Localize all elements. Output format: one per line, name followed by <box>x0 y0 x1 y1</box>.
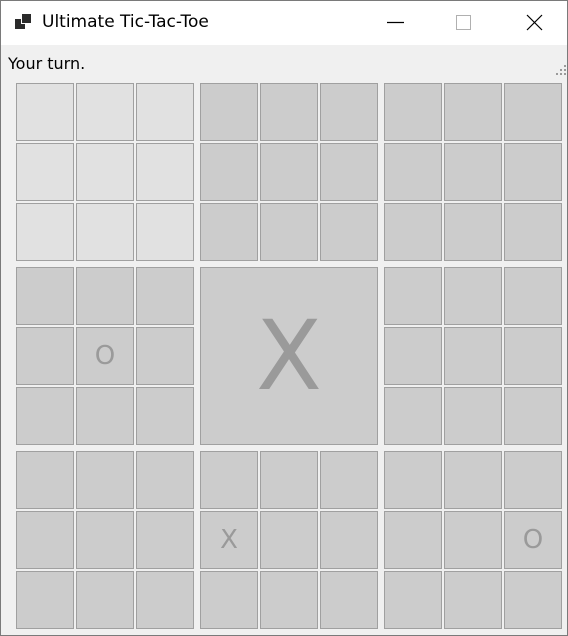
board-0-cell-0[interactable] <box>16 83 74 141</box>
board-8-cell-2[interactable] <box>504 451 562 509</box>
board-0-cell-4[interactable] <box>76 143 134 201</box>
board-3-cell-0[interactable] <box>16 267 74 325</box>
board-6-cell-6[interactable] <box>16 571 74 629</box>
board-2-cell-7[interactable] <box>444 203 502 261</box>
board-6-cell-3[interactable] <box>16 511 74 569</box>
board-2-cell-6[interactable] <box>384 203 442 261</box>
board-1-cell-3[interactable] <box>200 143 258 201</box>
board-7-cell-5[interactable] <box>320 511 378 569</box>
board-2-cell-0[interactable] <box>384 83 442 141</box>
board-7-cell-0[interactable] <box>200 451 258 509</box>
board-8-cell-1[interactable] <box>444 451 502 509</box>
board-3-cell-3[interactable] <box>16 327 74 385</box>
board-7-cell-2[interactable] <box>320 451 378 509</box>
board-0-cell-2[interactable] <box>136 83 194 141</box>
board-1-cell-0[interactable] <box>200 83 258 141</box>
board-6-cell-1[interactable] <box>76 451 134 509</box>
board-2-cell-4[interactable] <box>444 143 502 201</box>
board-6-cell-5[interactable] <box>136 511 194 569</box>
board-6-cell-7[interactable] <box>76 571 134 629</box>
board-8-cell-4[interactable] <box>444 511 502 569</box>
board-5-cell-8[interactable] <box>504 387 562 445</box>
board-7-cell-6[interactable] <box>200 571 258 629</box>
board-3-cell-2[interactable] <box>136 267 194 325</box>
board-8-cell-0[interactable] <box>384 451 442 509</box>
board-8-cell-7[interactable] <box>444 571 502 629</box>
board-1-cell-4[interactable] <box>260 143 318 201</box>
board-2-cell-2[interactable] <box>504 83 562 141</box>
board-5-cell-6[interactable] <box>384 387 442 445</box>
board-0-cell-8[interactable] <box>136 203 194 261</box>
board-1-cell-2[interactable] <box>320 83 378 141</box>
board-2-cell-1[interactable] <box>444 83 502 141</box>
board-2-cell-8[interactable] <box>504 203 562 261</box>
board-1-cell-8[interactable] <box>320 203 378 261</box>
board-5-cell-1[interactable] <box>444 267 502 325</box>
board-6-cell-4[interactable] <box>76 511 134 569</box>
board-3-cell-7[interactable] <box>76 387 134 445</box>
board-7-cell-1[interactable] <box>260 451 318 509</box>
board-5-cell-3[interactable] <box>384 327 442 385</box>
board-3-cell-6[interactable] <box>16 387 74 445</box>
won-board-4: X <box>200 267 378 445</box>
board-0-cell-6[interactable] <box>16 203 74 261</box>
board-2-cell-3[interactable] <box>384 143 442 201</box>
board-1-cell-7[interactable] <box>260 203 318 261</box>
board-7-cell-7[interactable] <box>260 571 318 629</box>
board-0-cell-3[interactable] <box>16 143 74 201</box>
board-0-cell-5[interactable] <box>136 143 194 201</box>
game-board: O X X O <box>0 0 568 636</box>
board-0-cell-7[interactable] <box>76 203 134 261</box>
board-7-cell-3[interactable]: X <box>200 511 258 569</box>
board-5-cell-2[interactable] <box>504 267 562 325</box>
board-0-cell-1[interactable] <box>76 83 134 141</box>
board-3-cell-4[interactable]: O <box>76 327 134 385</box>
board-8-cell-3[interactable] <box>384 511 442 569</box>
board-7-cell-8[interactable] <box>320 571 378 629</box>
board-8-cell-5[interactable]: O <box>504 511 562 569</box>
board-8-cell-6[interactable] <box>384 571 442 629</box>
board-5-cell-0[interactable] <box>384 267 442 325</box>
board-2-cell-5[interactable] <box>504 143 562 201</box>
board-6-cell-2[interactable] <box>136 451 194 509</box>
board-5-cell-7[interactable] <box>444 387 502 445</box>
board-5-cell-4[interactable] <box>444 327 502 385</box>
board-1-cell-5[interactable] <box>320 143 378 201</box>
board-3-cell-1[interactable] <box>76 267 134 325</box>
board-1-cell-6[interactable] <box>200 203 258 261</box>
board-6-cell-0[interactable] <box>16 451 74 509</box>
board-8-cell-8[interactable] <box>504 571 562 629</box>
board-3-cell-8[interactable] <box>136 387 194 445</box>
board-3-cell-5[interactable] <box>136 327 194 385</box>
board-5-cell-5[interactable] <box>504 327 562 385</box>
board-7-cell-4[interactable] <box>260 511 318 569</box>
board-1-cell-1[interactable] <box>260 83 318 141</box>
board-6-cell-8[interactable] <box>136 571 194 629</box>
